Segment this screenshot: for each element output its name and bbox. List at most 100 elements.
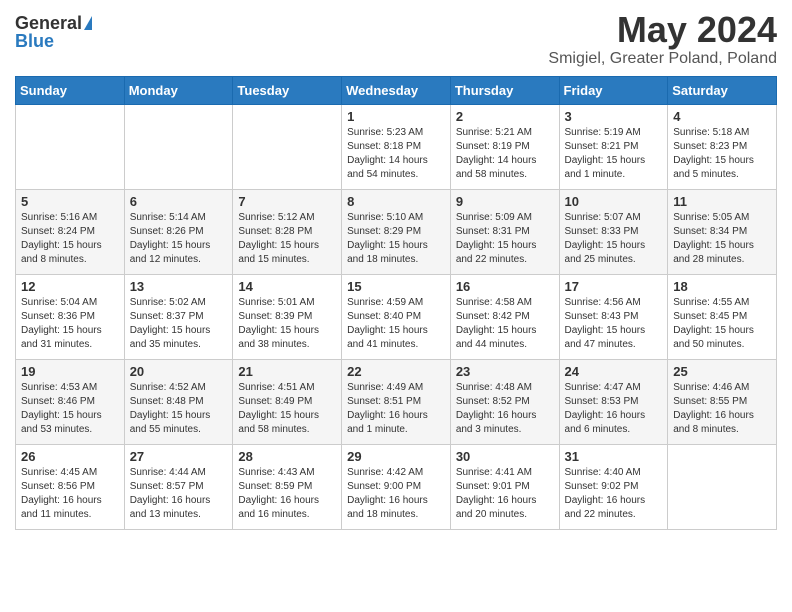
day-info: Sunrise: 4:42 AM Sunset: 9:00 PM Dayligh… [347, 466, 445, 522]
day-number: 31 [565, 449, 663, 464]
col-sunday: Sunday [16, 76, 125, 104]
day-number: 14 [238, 279, 336, 294]
calendar-cell: 5Sunrise: 5:16 AM Sunset: 8:24 PM Daylig… [16, 189, 125, 274]
day-number: 29 [347, 449, 445, 464]
header: General Blue May 2024 Smigiel, Greater P… [15, 10, 777, 68]
calendar-cell: 6 Sunrise: 5:14 AM Sunset: 8:26 PM Daylig… [124, 189, 233, 274]
day-info: Sunrise: 4:48 AM Sunset: 8:52 PM Dayligh… [456, 381, 554, 437]
calendar-cell: 27 Sunrise: 4:44 AM Sunset: 8:57 PM Dayli… [124, 444, 233, 529]
calendar-cell: 16 Sunrise: 4:58 AM Sunset: 8:42 PM Dayli… [450, 274, 559, 359]
calendar-cell: 15Sunrise: 4:59 AM Sunset: 8:40 PM Dayli… [342, 274, 451, 359]
title-area: May 2024 Smigiel, Greater Poland, Poland [548, 10, 777, 68]
day-info: Sunrise: 5:21 AM Sunset: 8:19 PM Dayligh… [456, 126, 554, 182]
calendar-cell: 24 Sunrise: 4:47 AM Sunset: 8:53 PM Dayli… [559, 359, 668, 444]
day-info: Sunrise: 5:09 AM Sunset: 8:31 PM Dayligh… [456, 211, 554, 267]
day-number: 24 [565, 364, 663, 379]
col-tuesday: Tuesday [233, 76, 342, 104]
calendar-cell: 3 Sunrise: 5:19 AM Sunset: 8:21 PM Daylig… [559, 104, 668, 189]
day-number: 8 [347, 194, 445, 209]
calendar-cell: 19 Sunrise: 4:53 AM Sunset: 8:46 PM Dayli… [16, 359, 125, 444]
day-number: 30 [456, 449, 554, 464]
day-info: Sunrise: 4:59 AM Sunset: 8:40 PM Dayligh… [347, 296, 445, 352]
day-number: 28 [238, 449, 336, 464]
day-info: Sunrise: 4:41 AM Sunset: 9:01 PM Dayligh… [456, 466, 554, 522]
calendar-cell: 10Sunrise: 5:07 AM Sunset: 8:33 PM Dayli… [559, 189, 668, 274]
day-info: Sunrise: 5:05 AM Sunset: 8:34 PM Dayligh… [673, 211, 771, 267]
day-info: Sunrise: 4:44 AM Sunset: 8:57 PM Dayligh… [130, 466, 228, 522]
day-number: 4 [673, 109, 771, 124]
calendar-cell: 21Sunrise: 4:51 AM Sunset: 8:49 PM Dayli… [233, 359, 342, 444]
calendar-week-5: 26Sunrise: 4:45 AM Sunset: 8:56 PM Dayli… [16, 444, 777, 529]
day-number: 12 [21, 279, 119, 294]
calendar-cell: 23Sunrise: 4:48 AM Sunset: 8:52 PM Dayli… [450, 359, 559, 444]
logo-blue-text: Blue [15, 32, 54, 50]
calendar-week-4: 19 Sunrise: 4:53 AM Sunset: 8:46 PM Dayli… [16, 359, 777, 444]
logo-triangle-icon [84, 16, 92, 30]
calendar-cell: 4Sunrise: 5:18 AM Sunset: 8:23 PM Daylig… [668, 104, 777, 189]
col-thursday: Thursday [450, 76, 559, 104]
col-wednesday: Wednesday [342, 76, 451, 104]
calendar-cell: 8 Sunrise: 5:10 AM Sunset: 8:29 PM Daylig… [342, 189, 451, 274]
calendar-cell: 25 Sunrise: 4:46 AM Sunset: 8:55 PM Dayli… [668, 359, 777, 444]
calendar-cell: 13Sunrise: 5:02 AM Sunset: 8:37 PM Dayli… [124, 274, 233, 359]
calendar-cell: 9 Sunrise: 5:09 AM Sunset: 8:31 PM Daylig… [450, 189, 559, 274]
day-info: Sunrise: 5:14 AM Sunset: 8:26 PM Dayligh… [130, 211, 228, 267]
calendar-week-1: 1Sunrise: 5:23 AM Sunset: 8:18 PM Daylig… [16, 104, 777, 189]
day-number: 7 [238, 194, 336, 209]
calendar-week-2: 5Sunrise: 5:16 AM Sunset: 8:24 PM Daylig… [16, 189, 777, 274]
day-number: 3 [565, 109, 663, 124]
calendar-cell: 7 Sunrise: 5:12 AM Sunset: 8:28 PM Daylig… [233, 189, 342, 274]
logo-general-text: General [15, 14, 82, 32]
calendar-cell: 28 Sunrise: 4:43 AM Sunset: 8:59 PM Dayli… [233, 444, 342, 529]
calendar-cell: 22 Sunrise: 4:49 AM Sunset: 8:51 PM Dayli… [342, 359, 451, 444]
day-number: 2 [456, 109, 554, 124]
day-info: Sunrise: 4:58 AM Sunset: 8:42 PM Dayligh… [456, 296, 554, 352]
calendar-header-row: Sunday Monday Tuesday Wednesday Thursday… [16, 76, 777, 104]
calendar-cell [124, 104, 233, 189]
col-friday: Friday [559, 76, 668, 104]
day-number: 13 [130, 279, 228, 294]
day-info: Sunrise: 4:49 AM Sunset: 8:51 PM Dayligh… [347, 381, 445, 437]
calendar-cell: 12Sunrise: 5:04 AM Sunset: 8:36 PM Dayli… [16, 274, 125, 359]
calendar-cell: 26Sunrise: 4:45 AM Sunset: 8:56 PM Dayli… [16, 444, 125, 529]
calendar-cell: 20Sunrise: 4:52 AM Sunset: 8:48 PM Dayli… [124, 359, 233, 444]
calendar-cell: 30 Sunrise: 4:41 AM Sunset: 9:01 PM Dayli… [450, 444, 559, 529]
day-number: 5 [21, 194, 119, 209]
day-info: Sunrise: 5:07 AM Sunset: 8:33 PM Dayligh… [565, 211, 663, 267]
day-number: 11 [673, 194, 771, 209]
logo: General Blue [15, 10, 92, 50]
calendar-cell [16, 104, 125, 189]
calendar-cell: 11 Sunrise: 5:05 AM Sunset: 8:34 PM Dayli… [668, 189, 777, 274]
calendar-cell: 14 Sunrise: 5:01 AM Sunset: 8:39 PM Dayli… [233, 274, 342, 359]
col-saturday: Saturday [668, 76, 777, 104]
calendar-cell: 29 Sunrise: 4:42 AM Sunset: 9:00 PM Dayli… [342, 444, 451, 529]
calendar-cell: 1Sunrise: 5:23 AM Sunset: 8:18 PM Daylig… [342, 104, 451, 189]
day-info: Sunrise: 4:53 AM Sunset: 8:46 PM Dayligh… [21, 381, 119, 437]
day-info: Sunrise: 4:40 AM Sunset: 9:02 PM Dayligh… [565, 466, 663, 522]
day-number: 27 [130, 449, 228, 464]
day-info: Sunrise: 5:19 AM Sunset: 8:21 PM Dayligh… [565, 126, 663, 182]
day-info: Sunrise: 4:46 AM Sunset: 8:55 PM Dayligh… [673, 381, 771, 437]
day-number: 9 [456, 194, 554, 209]
calendar-cell: 18 Sunrise: 4:55 AM Sunset: 8:45 PM Dayli… [668, 274, 777, 359]
day-info: Sunrise: 4:45 AM Sunset: 8:56 PM Dayligh… [21, 466, 119, 522]
calendar-cell: 31 Sunrise: 4:40 AM Sunset: 9:02 PM Dayli… [559, 444, 668, 529]
col-monday: Monday [124, 76, 233, 104]
day-number: 22 [347, 364, 445, 379]
day-info: Sunrise: 5:12 AM Sunset: 8:28 PM Dayligh… [238, 211, 336, 267]
day-info: Sunrise: 4:47 AM Sunset: 8:53 PM Dayligh… [565, 381, 663, 437]
calendar-cell: 2 Sunrise: 5:21 AM Sunset: 8:19 PM Daylig… [450, 104, 559, 189]
day-number: 16 [456, 279, 554, 294]
day-number: 18 [673, 279, 771, 294]
day-number: 6 [130, 194, 228, 209]
day-number: 17 [565, 279, 663, 294]
day-info: Sunrise: 4:43 AM Sunset: 8:59 PM Dayligh… [238, 466, 336, 522]
day-number: 19 [21, 364, 119, 379]
day-info: Sunrise: 5:10 AM Sunset: 8:29 PM Dayligh… [347, 211, 445, 267]
calendar-table: Sunday Monday Tuesday Wednesday Thursday… [15, 76, 777, 530]
day-number: 1 [347, 109, 445, 124]
day-info: Sunrise: 5:01 AM Sunset: 8:39 PM Dayligh… [238, 296, 336, 352]
day-number: 25 [673, 364, 771, 379]
day-number: 21 [238, 364, 336, 379]
day-info: Sunrise: 4:55 AM Sunset: 8:45 PM Dayligh… [673, 296, 771, 352]
